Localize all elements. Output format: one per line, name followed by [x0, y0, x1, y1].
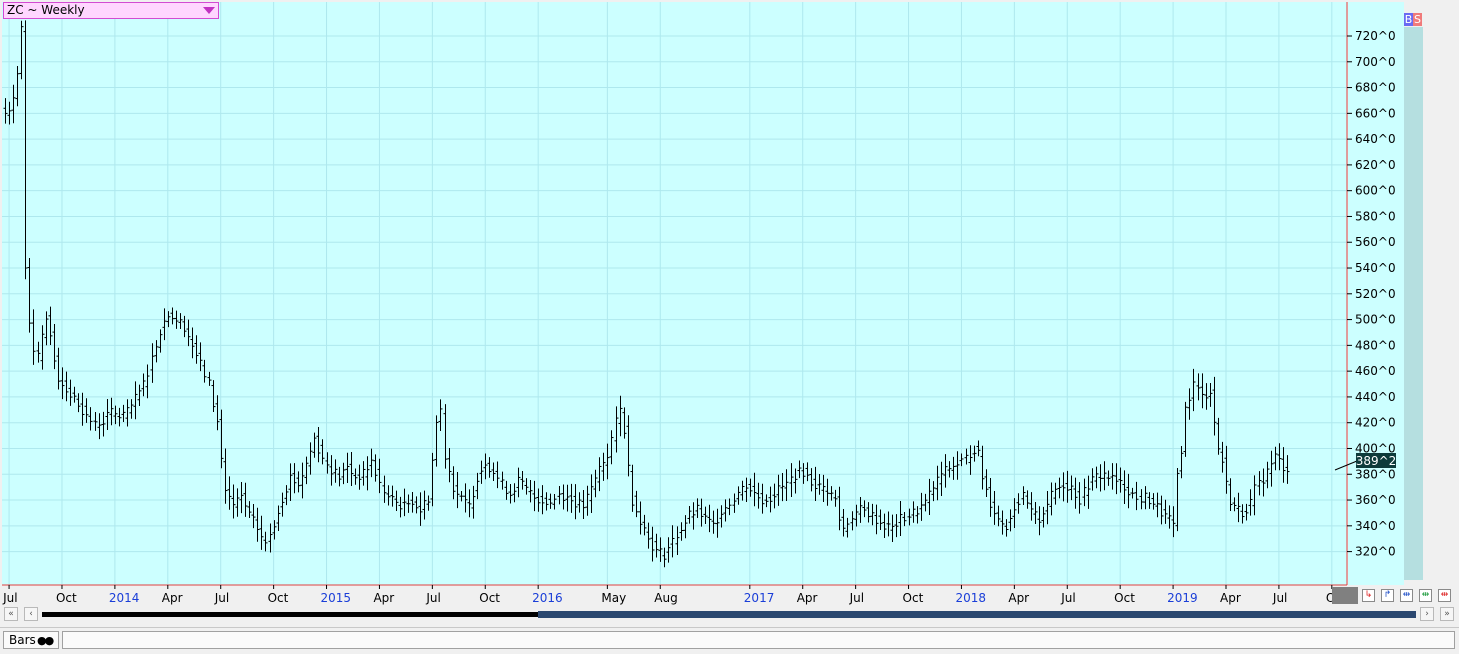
scroll-left-icon[interactable]: ‹ — [24, 607, 38, 621]
y-tick-label: 640^0 — [1355, 132, 1396, 146]
y-tick-label: 500^0 — [1355, 313, 1396, 327]
x-tick-label: Jul — [214, 591, 229, 605]
y-tick-label: 680^0 — [1355, 81, 1396, 95]
nav-first-icon[interactable]: ↳ — [1362, 589, 1375, 602]
y-tick-label: 520^0 — [1355, 287, 1396, 301]
y-tick-label: 420^0 — [1355, 416, 1396, 430]
x-tick-label: Jul — [1272, 591, 1287, 605]
zoom-out-icon[interactable]: ⇹ — [1400, 589, 1413, 602]
y-tick-label: 580^0 — [1355, 209, 1396, 223]
trade-buttons: BS — [1404, 13, 1423, 26]
y-tick-label: 320^0 — [1355, 545, 1396, 559]
y-tick-label: 660^0 — [1355, 106, 1396, 120]
x-tick-label: 2014 — [109, 591, 140, 605]
x-tick-label: 2019 — [1167, 591, 1198, 605]
x-tick-label: Oct — [1114, 591, 1135, 605]
y-tick-label: 540^0 — [1355, 261, 1396, 275]
scroll-far-right-icon[interactable]: » — [1440, 607, 1454, 621]
y-tick-label: 620^0 — [1355, 158, 1396, 172]
x-tick-label: Aug — [654, 591, 677, 605]
y-tick-label: 480^0 — [1355, 338, 1396, 352]
right-scroll-strip[interactable] — [1404, 27, 1423, 580]
x-tick-label: 2018 — [955, 591, 986, 605]
x-tick-label: Oct — [903, 591, 924, 605]
x-tick-label: May — [601, 591, 626, 605]
x-tick-label: Apr — [162, 591, 183, 605]
x-tick-label: Apr — [1008, 591, 1029, 605]
y-tick-label: 460^0 — [1355, 364, 1396, 378]
y-tick-label: 700^0 — [1355, 55, 1396, 69]
scroll-thumb[interactable] — [538, 611, 1416, 618]
y-axis: 320^0340^0360^0380^0400^0420^0440^0460^0… — [1347, 29, 1396, 559]
y-tick-label: 440^0 — [1355, 390, 1396, 404]
x-tick-label: Oct — [56, 591, 77, 605]
reset-zoom-icon[interactable]: ⇹ — [1438, 589, 1451, 602]
y-tick-label: 560^0 — [1355, 235, 1396, 249]
status-bar: Bars ●● — [0, 627, 1459, 654]
bars-label: Bars — [9, 633, 36, 647]
sell-button[interactable]: S — [1413, 13, 1422, 26]
x-tick-label: Jul — [425, 591, 440, 605]
scroll-far-left-icon[interactable]: « — [4, 607, 18, 621]
chevron-down-icon[interactable] — [203, 7, 215, 14]
bars-tab[interactable]: Bars ●● — [3, 631, 59, 649]
x-tick-label: Jul — [849, 591, 864, 605]
x-tick-label: Apr — [1220, 591, 1241, 605]
x-tick-label: Jul — [2, 591, 17, 605]
x-axis: Jul Oct 2014 Apr Jul Oct 2015 Apr Jul Oct 2016 May A… — [2, 585, 1347, 605]
glasses-icon: ●● — [37, 634, 54, 647]
y-tick-label: 360^0 — [1355, 493, 1396, 507]
x-tick-label: Jul — [1060, 591, 1075, 605]
x-tick-label: Apr — [797, 591, 818, 605]
y-tick-label: 340^0 — [1355, 519, 1396, 533]
y-tick-label: 600^0 — [1355, 184, 1396, 198]
x-tick-label: 2017 — [744, 591, 775, 605]
chart-window: 320^0 340^0 360^0 380^0 400^0 420^0 440^0 460^0… — [0, 0, 1459, 606]
price-chart[interactable]: 320^0340^0360^0380^0400^0420^0440^0460^0… — [0, 0, 1459, 606]
x-tick-label: 2016 — [532, 591, 563, 605]
horizontal-scrollbar[interactable]: « ‹ › » — [0, 605, 1459, 625]
corner-box[interactable] — [1332, 587, 1358, 604]
scroll-right-icon[interactable]: › — [1420, 607, 1434, 621]
y-tick-label: 720^0 — [1355, 29, 1396, 43]
buy-button[interactable]: B — [1404, 13, 1413, 26]
x-tick-label: 2015 — [321, 591, 352, 605]
symbol-label: ZC ~ Weekly — [7, 3, 85, 17]
zoom-in-icon[interactable]: ⇹ — [1419, 589, 1432, 602]
x-tick-label: Oct — [268, 591, 289, 605]
nav-prev-icon[interactable]: ↱ — [1381, 589, 1394, 602]
x-tick-label: Apr — [373, 591, 394, 605]
x-tick-label: Oct — [479, 591, 500, 605]
symbol-selector[interactable]: ZC ~ Weekly — [3, 2, 219, 19]
y-tick-label: 380^0 — [1355, 467, 1396, 481]
status-field — [62, 631, 1455, 649]
last-price-label: 389^2 — [1356, 454, 1397, 468]
